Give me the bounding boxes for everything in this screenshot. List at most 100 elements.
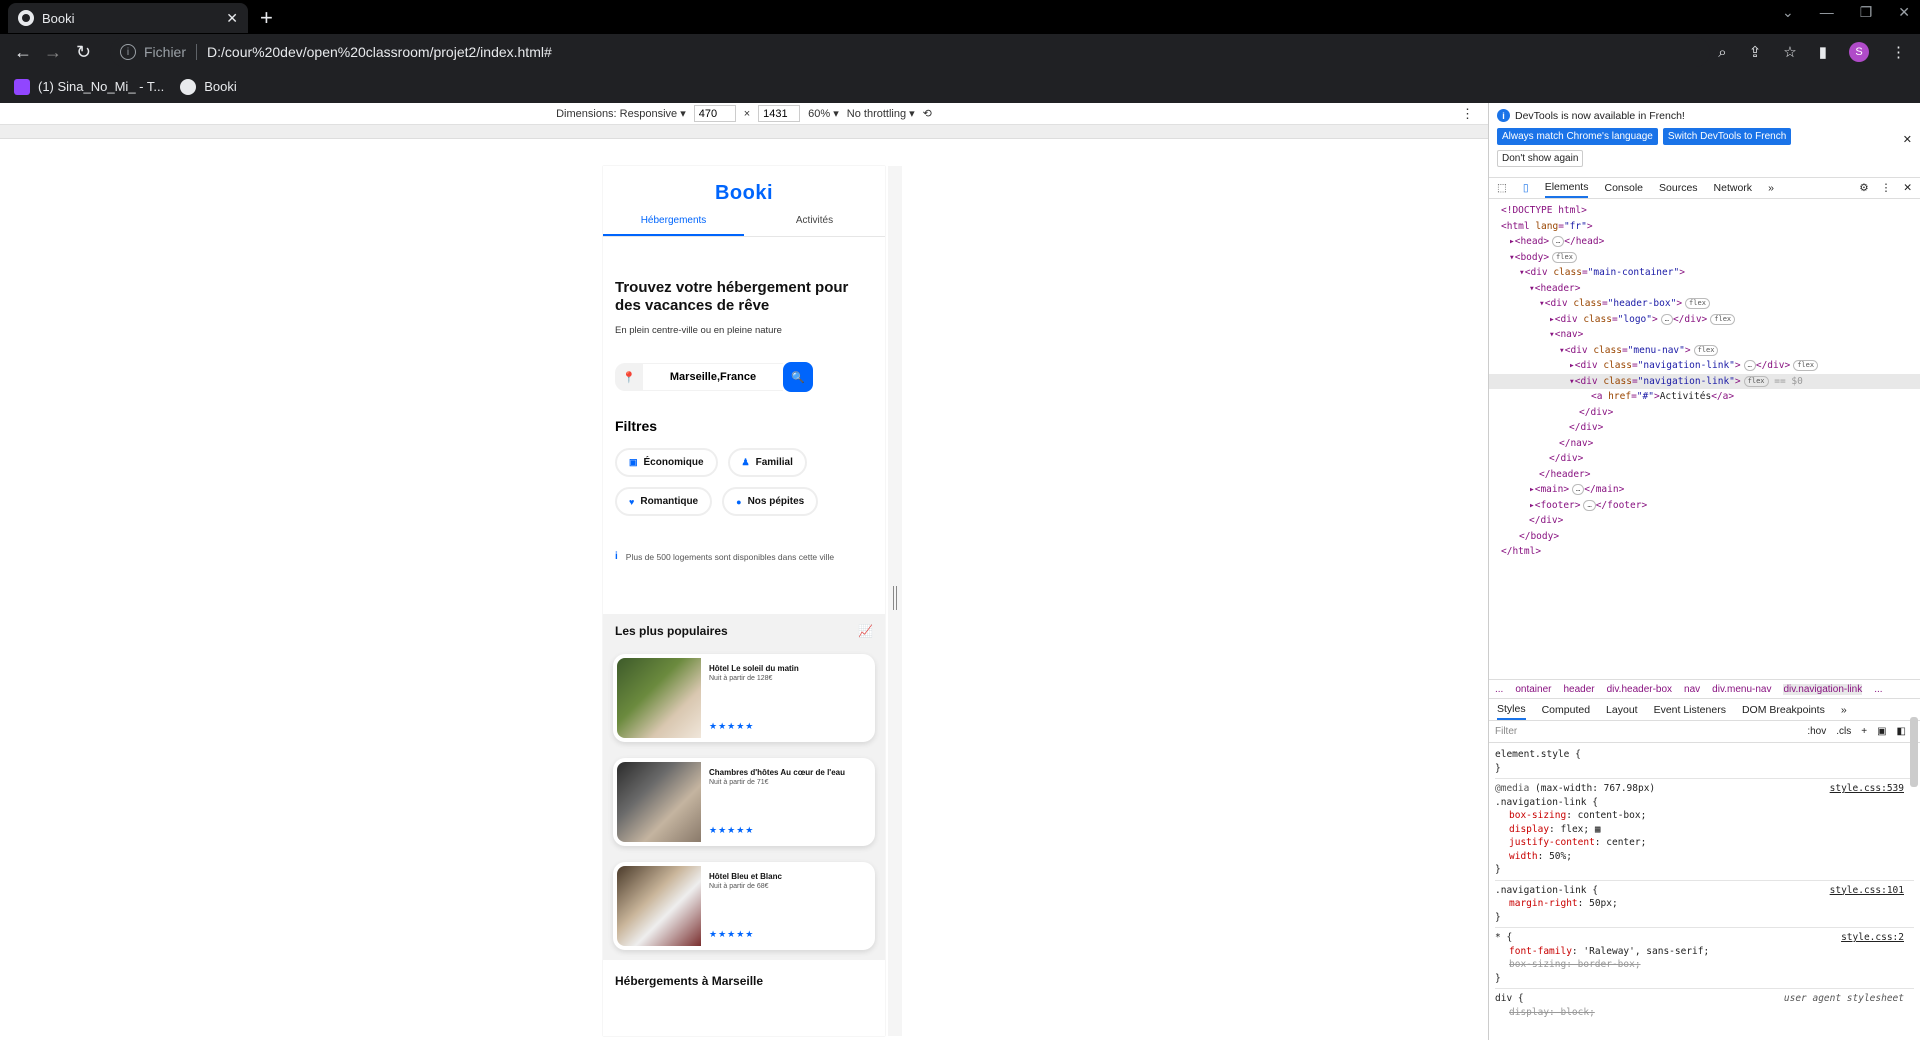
switch-french-button[interactable]: Switch DevTools to French	[1662, 128, 1792, 145]
minimize-button[interactable]: —	[1820, 4, 1834, 21]
breadcrumb-item[interactable]: ...	[1874, 684, 1882, 695]
resize-handle-bottom[interactable]	[603, 1036, 885, 1046]
rule-element-style[interactable]: element.style {}	[1495, 745, 1914, 779]
dom-line[interactable]: </div>	[1501, 513, 1920, 529]
paint-icon[interactable]: ▣	[1877, 726, 1886, 737]
cls-toggle[interactable]: .cls	[1836, 726, 1851, 737]
tab-styles[interactable]: Styles	[1497, 703, 1526, 720]
tab-event-listeners[interactable]: Event Listeners	[1654, 704, 1726, 716]
dont-show-again-button[interactable]: Don't show again	[1497, 150, 1584, 167]
device-toggle-icon[interactable]: ▯	[1523, 182, 1529, 194]
source-link[interactable]: style.css:101	[1830, 884, 1904, 898]
search-input[interactable]: Marseille,France	[643, 363, 783, 391]
breadcrumb-item[interactable]: header	[1563, 684, 1594, 695]
breadcrumb-item[interactable]: div.header-box	[1607, 684, 1672, 695]
close-icon[interactable]: ✕	[1903, 133, 1912, 146]
rule-navigation-link[interactable]: style.css:101 .navigation-link {margin-r…	[1495, 881, 1914, 928]
browser-tab[interactable]: Booki ✕	[8, 3, 248, 33]
breadcrumb-item[interactable]: nav	[1684, 684, 1700, 695]
new-tab-button[interactable]: +	[260, 5, 273, 31]
sidebar-toggle-icon[interactable]: ◧	[1897, 726, 1906, 737]
source-link[interactable]: style.css:539	[1830, 782, 1904, 796]
tab-computed[interactable]: Computed	[1542, 704, 1590, 716]
hotel-card[interactable]: Hôtel Le soleil du matin Nuit à partir d…	[613, 654, 875, 742]
zoom-icon[interactable]: ⌕	[1718, 44, 1726, 61]
dom-line[interactable]: ▸<div class="logo">… </div> flex	[1501, 312, 1920, 328]
zoom-dropdown[interactable]: 60% ▾	[808, 107, 839, 120]
site-logo[interactable]: Booki	[603, 166, 885, 205]
dimensions-dropdown[interactable]: Dimensions: Responsive ▾	[556, 107, 686, 120]
bookmark-item[interactable]: (1) Sina_No_Mi_ - T...	[14, 78, 164, 95]
filter-pepites[interactable]: ● Nos pépites	[722, 487, 819, 516]
dom-line[interactable]: ▾<header>	[1501, 281, 1920, 297]
more-tabs-icon[interactable]: »	[1841, 704, 1847, 716]
tab-search-icon[interactable]: ⌄	[1782, 4, 1794, 21]
dom-line-selected[interactable]: ▾<div class="navigation-link"> flex == $0	[1489, 373, 1920, 389]
rotate-icon[interactable]: ⟲	[923, 107, 932, 120]
dom-line[interactable]: </div>	[1501, 420, 1920, 436]
menu-kebab-icon[interactable]: ⋮	[1891, 43, 1906, 61]
dom-line[interactable]: <!DOCTYPE html>	[1501, 203, 1920, 219]
dom-line[interactable]: </body>	[1501, 529, 1920, 545]
tab-network[interactable]: Network	[1714, 182, 1753, 194]
dom-line[interactable]: ▾<body> flex	[1501, 250, 1920, 266]
reload-icon[interactable]: ↻	[76, 42, 91, 63]
breadcrumb-item[interactable]: div.menu-nav	[1712, 684, 1771, 695]
tab-console[interactable]: Console	[1604, 182, 1643, 194]
hotel-card[interactable]: Hôtel Bleu et Blanc Nuit à partir de 68€…	[613, 862, 875, 950]
back-icon[interactable]: ←	[14, 42, 32, 63]
kebab-icon[interactable]: ⋮	[1881, 182, 1892, 194]
dom-line[interactable]: </div>	[1501, 451, 1920, 467]
forward-icon[interactable]: →	[44, 42, 62, 63]
gear-icon[interactable]: ⚙	[1859, 182, 1868, 194]
dom-line[interactable]: </nav>	[1501, 436, 1920, 452]
dom-line[interactable]: <html lang="fr">	[1501, 219, 1920, 235]
search-button[interactable]: 🔍	[783, 362, 813, 392]
dom-line[interactable]: <a href="#">Activités</a>	[1501, 389, 1920, 405]
rule-user-agent[interactable]: user agent stylesheet div {display: bloc…	[1495, 989, 1914, 1022]
breadcrumb-item[interactable]: ontainer	[1515, 684, 1551, 695]
profile-avatar[interactable]: S	[1849, 42, 1869, 62]
close-icon[interactable]: ✕	[1903, 182, 1912, 194]
star-icon[interactable]: ☆	[1783, 43, 1796, 61]
tab-dom-breakpoints[interactable]: DOM Breakpoints	[1742, 704, 1825, 716]
hotel-card[interactable]: Chambres d'hôtes Au cœur de l'eau Nuit à…	[613, 758, 875, 846]
filter-economique[interactable]: ▣ Économique	[615, 448, 718, 477]
share-icon[interactable]: ⇪	[1749, 43, 1762, 61]
info-icon[interactable]: i	[120, 44, 136, 60]
sidebar-icon[interactable]: ▮	[1819, 43, 1827, 61]
dom-line[interactable]: ▾<nav>	[1501, 327, 1920, 343]
more-options-icon[interactable]: ⋮	[1461, 106, 1474, 122]
dom-line[interactable]: </header>	[1501, 467, 1920, 483]
dom-line[interactable]: ▸<main>… </main>	[1501, 482, 1920, 498]
styles-filter[interactable]: Filter :hov .cls + ▣ ◧	[1489, 721, 1920, 743]
rule-universal[interactable]: style.css:2 * {font-family: 'Raleway', s…	[1495, 928, 1914, 989]
media-query-ruler[interactable]	[0, 125, 1488, 139]
breadcrumb-item[interactable]: ...	[1495, 684, 1503, 695]
rule-media-navigation-link[interactable]: style.css:539 @media (max-width: 767.98p…	[1495, 779, 1914, 881]
restore-button[interactable]: ❐	[1860, 4, 1873, 21]
breadcrumb-item[interactable]: div.navigation-link	[1783, 683, 1863, 695]
dom-line[interactable]: ▾<div class="menu-nav"> flex	[1501, 343, 1920, 359]
close-window-button[interactable]: ✕	[1898, 4, 1910, 21]
tab-sources[interactable]: Sources	[1659, 182, 1698, 194]
dom-line[interactable]: </html>	[1501, 544, 1920, 560]
width-input[interactable]	[693, 105, 736, 122]
dom-line[interactable]: ▾<div class="main-container">	[1501, 265, 1920, 281]
bookmark-item[interactable]: Booki	[180, 78, 237, 95]
tab-elements[interactable]: Elements	[1544, 181, 1589, 198]
inspect-icon[interactable]: ⬚	[1497, 182, 1507, 194]
resize-handle-right[interactable]	[888, 166, 902, 1036]
filter-romantique[interactable]: ♥ Romantique	[615, 487, 713, 516]
dom-line[interactable]: ▸<div class="navigation-link">… </div> fle…	[1501, 358, 1920, 374]
hov-toggle[interactable]: :hov	[1807, 726, 1826, 737]
tab-layout[interactable]: Layout	[1606, 704, 1638, 716]
height-input[interactable]	[758, 105, 801, 122]
add-rule-icon[interactable]: +	[1861, 726, 1867, 737]
nav-activites[interactable]: Activités	[744, 209, 885, 236]
url-text[interactable]: D:/cour%20dev/open%20classroom/projet2/i…	[207, 44, 552, 60]
dom-line[interactable]: ▾<div class="header-box"> flex	[1501, 296, 1920, 312]
filter-familial[interactable]: ♟ Familial	[727, 448, 807, 477]
dom-line[interactable]: ▸<footer>… </footer>	[1501, 498, 1920, 514]
dom-line[interactable]: ▸<head>… </head>	[1501, 234, 1920, 250]
